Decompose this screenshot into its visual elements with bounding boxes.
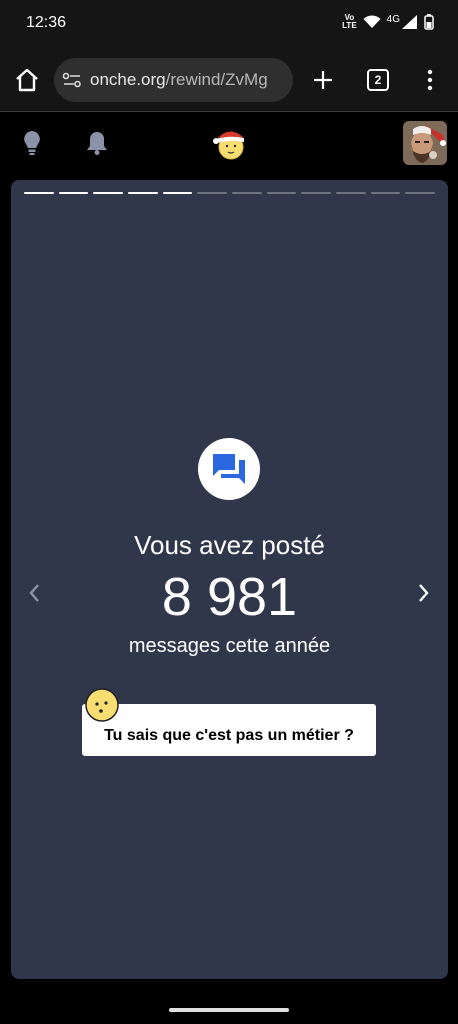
bell-icon[interactable] — [86, 130, 108, 156]
story-progress-segment — [232, 192, 262, 194]
message-count: 8 981 — [161, 567, 298, 627]
wifi-icon — [363, 15, 381, 28]
story-progress-segment — [197, 192, 228, 194]
site-logo-mascot[interactable] — [210, 125, 250, 161]
quip-bubble: Tu sais que c'est pas un métier ? — [82, 704, 376, 756]
browser-toolbar: onche.org/rewind/ZvMg 2 — [0, 48, 458, 112]
url-text: onche.org/rewind/ZvMg — [90, 70, 268, 90]
network-type: 4G — [386, 13, 400, 25]
quip-text: Tu sais que c'est pas un métier ? — [104, 727, 354, 744]
story-progress-segment — [162, 192, 193, 194]
gesture-navigation-bar[interactable] — [169, 1008, 289, 1012]
address-bar[interactable]: onche.org/rewind/ZvMg — [54, 58, 293, 102]
status-bar: 12:36 Vo LTE 4G — [0, 0, 458, 48]
story-progress — [24, 192, 436, 194]
story-progress-segment — [128, 192, 158, 194]
story-progress-segment — [405, 192, 436, 194]
chevron-right-icon[interactable] — [417, 582, 431, 604]
story-progress-segment — [370, 192, 401, 194]
story-progress-segment — [58, 192, 89, 194]
status-icons: Vo LTE 4G — [342, 14, 434, 30]
story-progress-segment — [301, 192, 332, 194]
url-host: onche.org — [90, 70, 166, 89]
story-progress-segment — [24, 192, 54, 194]
stat-headline: Vous avez posté — [134, 530, 325, 560]
signal-icon — [402, 15, 417, 29]
user-avatar[interactable] — [403, 121, 447, 165]
home-icon[interactable] — [12, 65, 42, 95]
battery-icon — [424, 14, 434, 30]
tab-count: 2 — [374, 73, 382, 87]
story-progress-segment — [93, 192, 124, 194]
chat-icon-badge — [198, 438, 260, 500]
volte-icon: Vo LTE — [342, 13, 357, 30]
chevron-left-icon[interactable] — [27, 582, 41, 604]
status-time: 12:36 — [26, 14, 67, 31]
story-progress-segment — [266, 192, 297, 194]
url-path: /rewind/ZvMg — [165, 70, 268, 89]
rewind-story-card[interactable]: Vous avez posté 8 981 messages cette ann… — [11, 180, 448, 979]
chat-bubbles-icon — [213, 454, 245, 484]
plus-icon[interactable] — [311, 68, 335, 92]
lightbulb-icon[interactable] — [22, 130, 42, 156]
more-icon[interactable] — [424, 68, 436, 92]
story-progress-segment — [336, 192, 366, 194]
avatar-image — [403, 121, 447, 165]
tab-switcher-icon[interactable]: 2 — [367, 69, 389, 91]
site-settings-icon[interactable] — [62, 71, 82, 89]
surprised-face-icon — [85, 688, 119, 722]
stat-subline: messages cette année — [128, 635, 331, 657]
